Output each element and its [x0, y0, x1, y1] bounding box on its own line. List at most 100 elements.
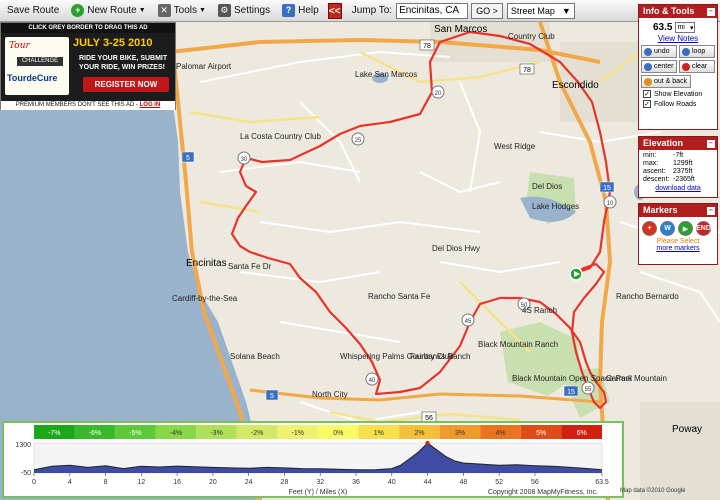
elevation-row-ascent: ascent: 2375ft: [639, 168, 717, 176]
elevation-profile-svg[interactable]: -7% -6% -5% -4% -3% -2% -1% 0% 1% 2% 3% 4% 5% 6% 1300 -…: [4, 423, 622, 496]
ad-body[interactable]: Tour CHALLENGE TourdeCure JULY 3-25 2010…: [1, 33, 175, 101]
svg-text:5: 5: [186, 155, 190, 162]
grade-legend-label: -6%: [89, 430, 101, 437]
town-label: Lake San Marcos: [355, 70, 418, 79]
svg-text:78: 78: [423, 43, 431, 50]
loop-label: loop: [692, 48, 706, 55]
stat-value: 2375ft: [673, 168, 693, 175]
svg-text:25: 25: [355, 138, 362, 144]
view-notes-link[interactable]: View Notes: [639, 34, 717, 43]
out-back-button[interactable]: out & back: [641, 75, 691, 88]
new-route-button[interactable]: + New Route ▼: [66, 2, 150, 20]
town-label: Palomar Airport: [176, 62, 232, 71]
clear-icon: [682, 62, 690, 71]
minimize-icon[interactable]: –: [707, 7, 715, 16]
log-in-link[interactable]: LOG IN: [140, 102, 161, 108]
go-button[interactable]: GO >: [471, 2, 503, 19]
grade-legend-label: 2%: [414, 430, 424, 437]
x-tick-label: 48: [459, 479, 467, 486]
town-label: Solana Beach: [230, 352, 280, 361]
svg-text:55: 55: [585, 387, 592, 393]
elevation-title: Elevation: [643, 138, 684, 148]
marker-buttons: + W ▶ END: [639, 217, 717, 236]
collapse-toolbar-button[interactable]: <<: [327, 2, 342, 19]
x-tick-label: 12: [137, 479, 145, 486]
undo-icon: [644, 47, 652, 56]
marker-button-0[interactable]: +: [642, 221, 657, 236]
x-tick-label: 4: [68, 479, 72, 486]
info-tools-panel: Info & Tools – 63.5 mi ▾ View Notes undo…: [638, 4, 718, 130]
town-label: Whispering Palms Country Club: [340, 352, 454, 361]
svg-text:30: 30: [241, 157, 248, 163]
more-markers-link[interactable]: more markers: [639, 245, 717, 252]
marker-button-1[interactable]: W: [660, 221, 675, 236]
town-label: Poway: [672, 424, 703, 435]
chevron-down-icon: ▼: [561, 5, 571, 16]
ad-line1: RIDE YOUR BIKE, SUBMIT: [79, 55, 168, 62]
save-route-label: Save Route: [7, 5, 60, 16]
map-copyright: Map data ©2010 Google: [620, 488, 686, 494]
ad-banner[interactable]: CLICK GREY BORDER TO DRAG THIS AD Tour C…: [0, 22, 176, 110]
stat-key: descent:: [643, 176, 670, 183]
elevation-profile[interactable]: -7% -6% -5% -4% -3% -2% -1% 0% 1% 2% 3% 4% 5% 6% 1300 -…: [2, 421, 624, 498]
town-label: Del Dios: [532, 182, 563, 191]
urban-poway: [640, 402, 720, 500]
stat-key: min:: [643, 152, 657, 159]
center-button[interactable]: center: [641, 60, 677, 73]
elevation-peak-point: [425, 441, 430, 446]
ad-line2: YOUR RIDE, WIN PRIZES!: [79, 64, 165, 71]
marker-button-2[interactable]: ▶: [678, 221, 693, 236]
follow-roads-checkbox[interactable]: ✓ Follow Roads: [639, 98, 717, 108]
svg-text:15: 15: [567, 389, 575, 396]
unit-select[interactable]: mi ▾: [675, 22, 696, 33]
help-button[interactable]: ? Help: [277, 2, 324, 20]
x-tick-label: 24: [245, 479, 253, 486]
town-label: Rancho Bernardo: [616, 292, 679, 301]
map-type-value: Street Map: [510, 5, 555, 16]
minimize-icon[interactable]: –: [707, 206, 715, 215]
new-route-label: New Route: [87, 5, 137, 16]
checkbox-checked-icon: ✓: [643, 100, 651, 108]
x-tick-label: 36: [352, 479, 360, 486]
x-tick-label: 0: [32, 479, 36, 486]
out-back-label: out & back: [654, 78, 688, 85]
settings-button[interactable]: ⚙ Settings: [213, 2, 275, 20]
register-now-button[interactable]: REGISTER NOW: [83, 77, 169, 92]
grade-legend-label: 6%: [577, 430, 587, 437]
x-tick-label: 16: [173, 479, 181, 486]
x-tick-label: 28: [281, 479, 289, 486]
ad-footer: PREMIUM MEMBERS DON'T SEE THIS AD - LOG …: [1, 101, 175, 110]
tools-button[interactable]: ✕ Tools ▼: [153, 2, 211, 20]
please-select-text: Please Select: [656, 238, 700, 245]
svg-text:20: 20: [435, 91, 442, 97]
x-tick-label: 63.5: [595, 479, 609, 486]
grade-legend-label: 3%: [455, 430, 465, 437]
grade-legend-label: 4%: [496, 430, 506, 437]
help-icon: ?: [282, 4, 296, 17]
elevation-row-max: max: 1299ft: [639, 160, 717, 168]
jump-to-input[interactable]: [396, 2, 469, 19]
show-elevation-checkbox[interactable]: ✓ Show Elevation: [639, 88, 717, 98]
app-window: 10 20 25 30 40 45 50 55 78 78 15 5 5 15 …: [0, 0, 720, 500]
svg-text:10: 10: [607, 201, 614, 207]
minimize-icon[interactable]: –: [707, 139, 715, 148]
town-label: San Marcos: [434, 24, 488, 35]
markers-title: Markers: [643, 205, 678, 215]
out-back-icon: [644, 77, 652, 86]
x-tick-label: 20: [209, 479, 217, 486]
save-route-button[interactable]: Save Route: [2, 2, 64, 20]
undo-button[interactable]: undo: [641, 45, 677, 58]
clear-button[interactable]: clear: [679, 60, 715, 73]
svg-text:40: 40: [369, 378, 376, 384]
town-label: Country Club: [508, 32, 555, 41]
markers-header: Markers –: [639, 204, 717, 217]
town-label: Lake Hodges: [532, 202, 580, 211]
map-type-select[interactable]: Street Map ▼: [506, 2, 575, 19]
download-data-link[interactable]: download data: [639, 185, 717, 192]
chevron-down-icon: ▼: [138, 7, 146, 14]
settings-label: Settings: [233, 5, 271, 16]
stat-key: ascent:: [643, 168, 666, 175]
marker-button-3[interactable]: END: [696, 221, 711, 236]
grade-legend-label: -7%: [48, 430, 60, 437]
loop-button[interactable]: loop: [679, 45, 715, 58]
